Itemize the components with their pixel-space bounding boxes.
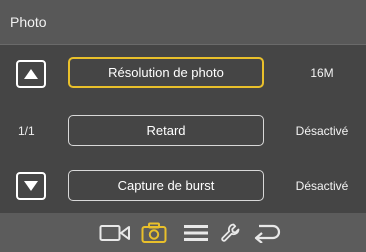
page-title: Photo bbox=[10, 14, 47, 30]
arrow-down-icon bbox=[24, 181, 38, 191]
wrench-icon bbox=[221, 223, 240, 242]
arrow-up-icon bbox=[24, 69, 38, 79]
header-bar: Photo bbox=[0, 0, 366, 45]
tools-button[interactable] bbox=[218, 221, 244, 245]
camera-icon bbox=[141, 222, 167, 243]
scroll-down-button[interactable] bbox=[16, 172, 46, 200]
setting-photo-resolution-button[interactable]: Résolution de photo bbox=[68, 57, 264, 88]
setting-value: Désactivé bbox=[295, 124, 349, 138]
bottom-mode-bar bbox=[0, 213, 366, 252]
settings-menu-button[interactable] bbox=[182, 221, 210, 245]
scroll-up-button[interactable] bbox=[16, 60, 46, 88]
camera-settings-screen: Photo Résolution de photo 16M 1/1 Retard… bbox=[0, 0, 366, 252]
back-button[interactable] bbox=[252, 221, 282, 245]
setting-label: Retard bbox=[146, 123, 186, 138]
menu-icon bbox=[184, 225, 208, 241]
video-mode-button[interactable] bbox=[98, 221, 132, 245]
page-indicator: 1/1 bbox=[18, 124, 35, 138]
photo-mode-button[interactable] bbox=[140, 221, 168, 245]
video-icon bbox=[99, 225, 130, 241]
back-icon bbox=[254, 224, 281, 243]
setting-delay-button[interactable]: Retard bbox=[68, 115, 264, 146]
setting-label: Résolution de photo bbox=[108, 65, 224, 80]
setting-burst-capture-button[interactable]: Capture de burst bbox=[68, 170, 264, 201]
setting-label: Capture de burst bbox=[117, 178, 215, 193]
setting-value: Désactivé bbox=[295, 179, 349, 193]
setting-value: 16M bbox=[310, 66, 334, 80]
